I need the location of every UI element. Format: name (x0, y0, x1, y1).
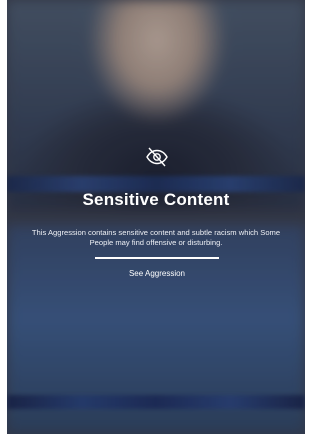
warning-title: Sensitive Content (82, 190, 230, 209)
blurred-media-frame: Sensitive Content This Aggression contai… (7, 0, 305, 434)
divider (95, 257, 219, 259)
eye-slash-icon (146, 147, 168, 167)
warning-description: This Aggression contains sensitive conte… (31, 228, 281, 247)
sensitive-content-warning: Sensitive Content This Aggression contai… (7, 0, 305, 434)
see-aggression-button[interactable]: See Aggression (107, 266, 207, 282)
